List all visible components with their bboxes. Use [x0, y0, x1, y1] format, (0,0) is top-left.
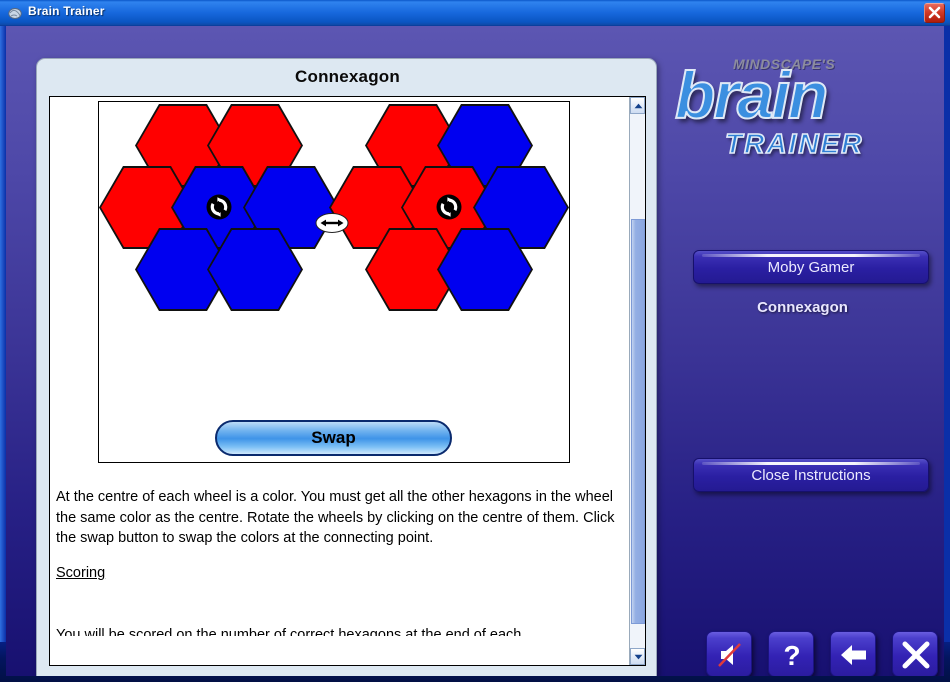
- brain-trainer-logo: MINDSCAPE'S brain TRAINER: [669, 54, 937, 172]
- instructions-panel: Connexagon Swap At the centre of each wh…: [36, 58, 657, 676]
- puzzle-illustration-frame: Swap: [98, 101, 570, 463]
- client-area: Connexagon Swap At the centre of each wh…: [6, 26, 944, 676]
- scrollbar[interactable]: [629, 97, 645, 665]
- close-icon[interactable]: [924, 3, 945, 23]
- rotate-icon-right-wheel[interactable]: [436, 194, 462, 220]
- close-instructions-button[interactable]: Close Instructions: [693, 458, 929, 492]
- instructions-paragraph: At the centre of each wheel is a color. …: [56, 489, 615, 547]
- chevron-down-icon[interactable]: [630, 648, 645, 665]
- window-title: Brain Trainer: [28, 4, 105, 18]
- swap-arrows-icon[interactable]: [315, 212, 349, 234]
- icon-button-row: ?: [706, 631, 944, 676]
- back-button[interactable]: [830, 631, 876, 676]
- swap-button[interactable]: Swap: [215, 420, 452, 456]
- svg-text:?: ?: [783, 640, 800, 671]
- right-panel: MINDSCAPE'S brain TRAINER Moby Gamer Con…: [661, 26, 944, 676]
- scoring-heading: Scoring: [56, 565, 106, 582]
- application-window: Brain Trainer Connexagon Swap At the cen…: [0, 0, 950, 682]
- puzzle-board: [99, 102, 571, 392]
- scoring-text-clipped: You will be scored on the number of corr…: [56, 627, 522, 636]
- title-bar: Brain Trainer: [0, 0, 950, 26]
- mute-button[interactable]: [706, 631, 752, 676]
- moby-gamer-button[interactable]: Moby Gamer: [693, 250, 929, 284]
- brain-icon: [7, 5, 23, 21]
- chevron-up-icon[interactable]: [630, 97, 645, 114]
- scrollbar-thumb[interactable]: [631, 219, 645, 624]
- help-button[interactable]: ?: [768, 631, 814, 676]
- instructions-text: At the centre of each wheel is a color. …: [56, 487, 621, 598]
- logo-brand: brain: [674, 58, 829, 132]
- instructions-document: Swap At the centre of each wheel is a co…: [49, 96, 646, 666]
- logo-subbrand: TRAINER: [724, 128, 864, 159]
- exit-button[interactable]: [892, 631, 938, 676]
- page-title: Connexagon: [295, 67, 400, 86]
- rotate-icon-left-wheel[interactable]: [206, 194, 232, 220]
- current-puzzle-label: Connexagon: [757, 299, 848, 316]
